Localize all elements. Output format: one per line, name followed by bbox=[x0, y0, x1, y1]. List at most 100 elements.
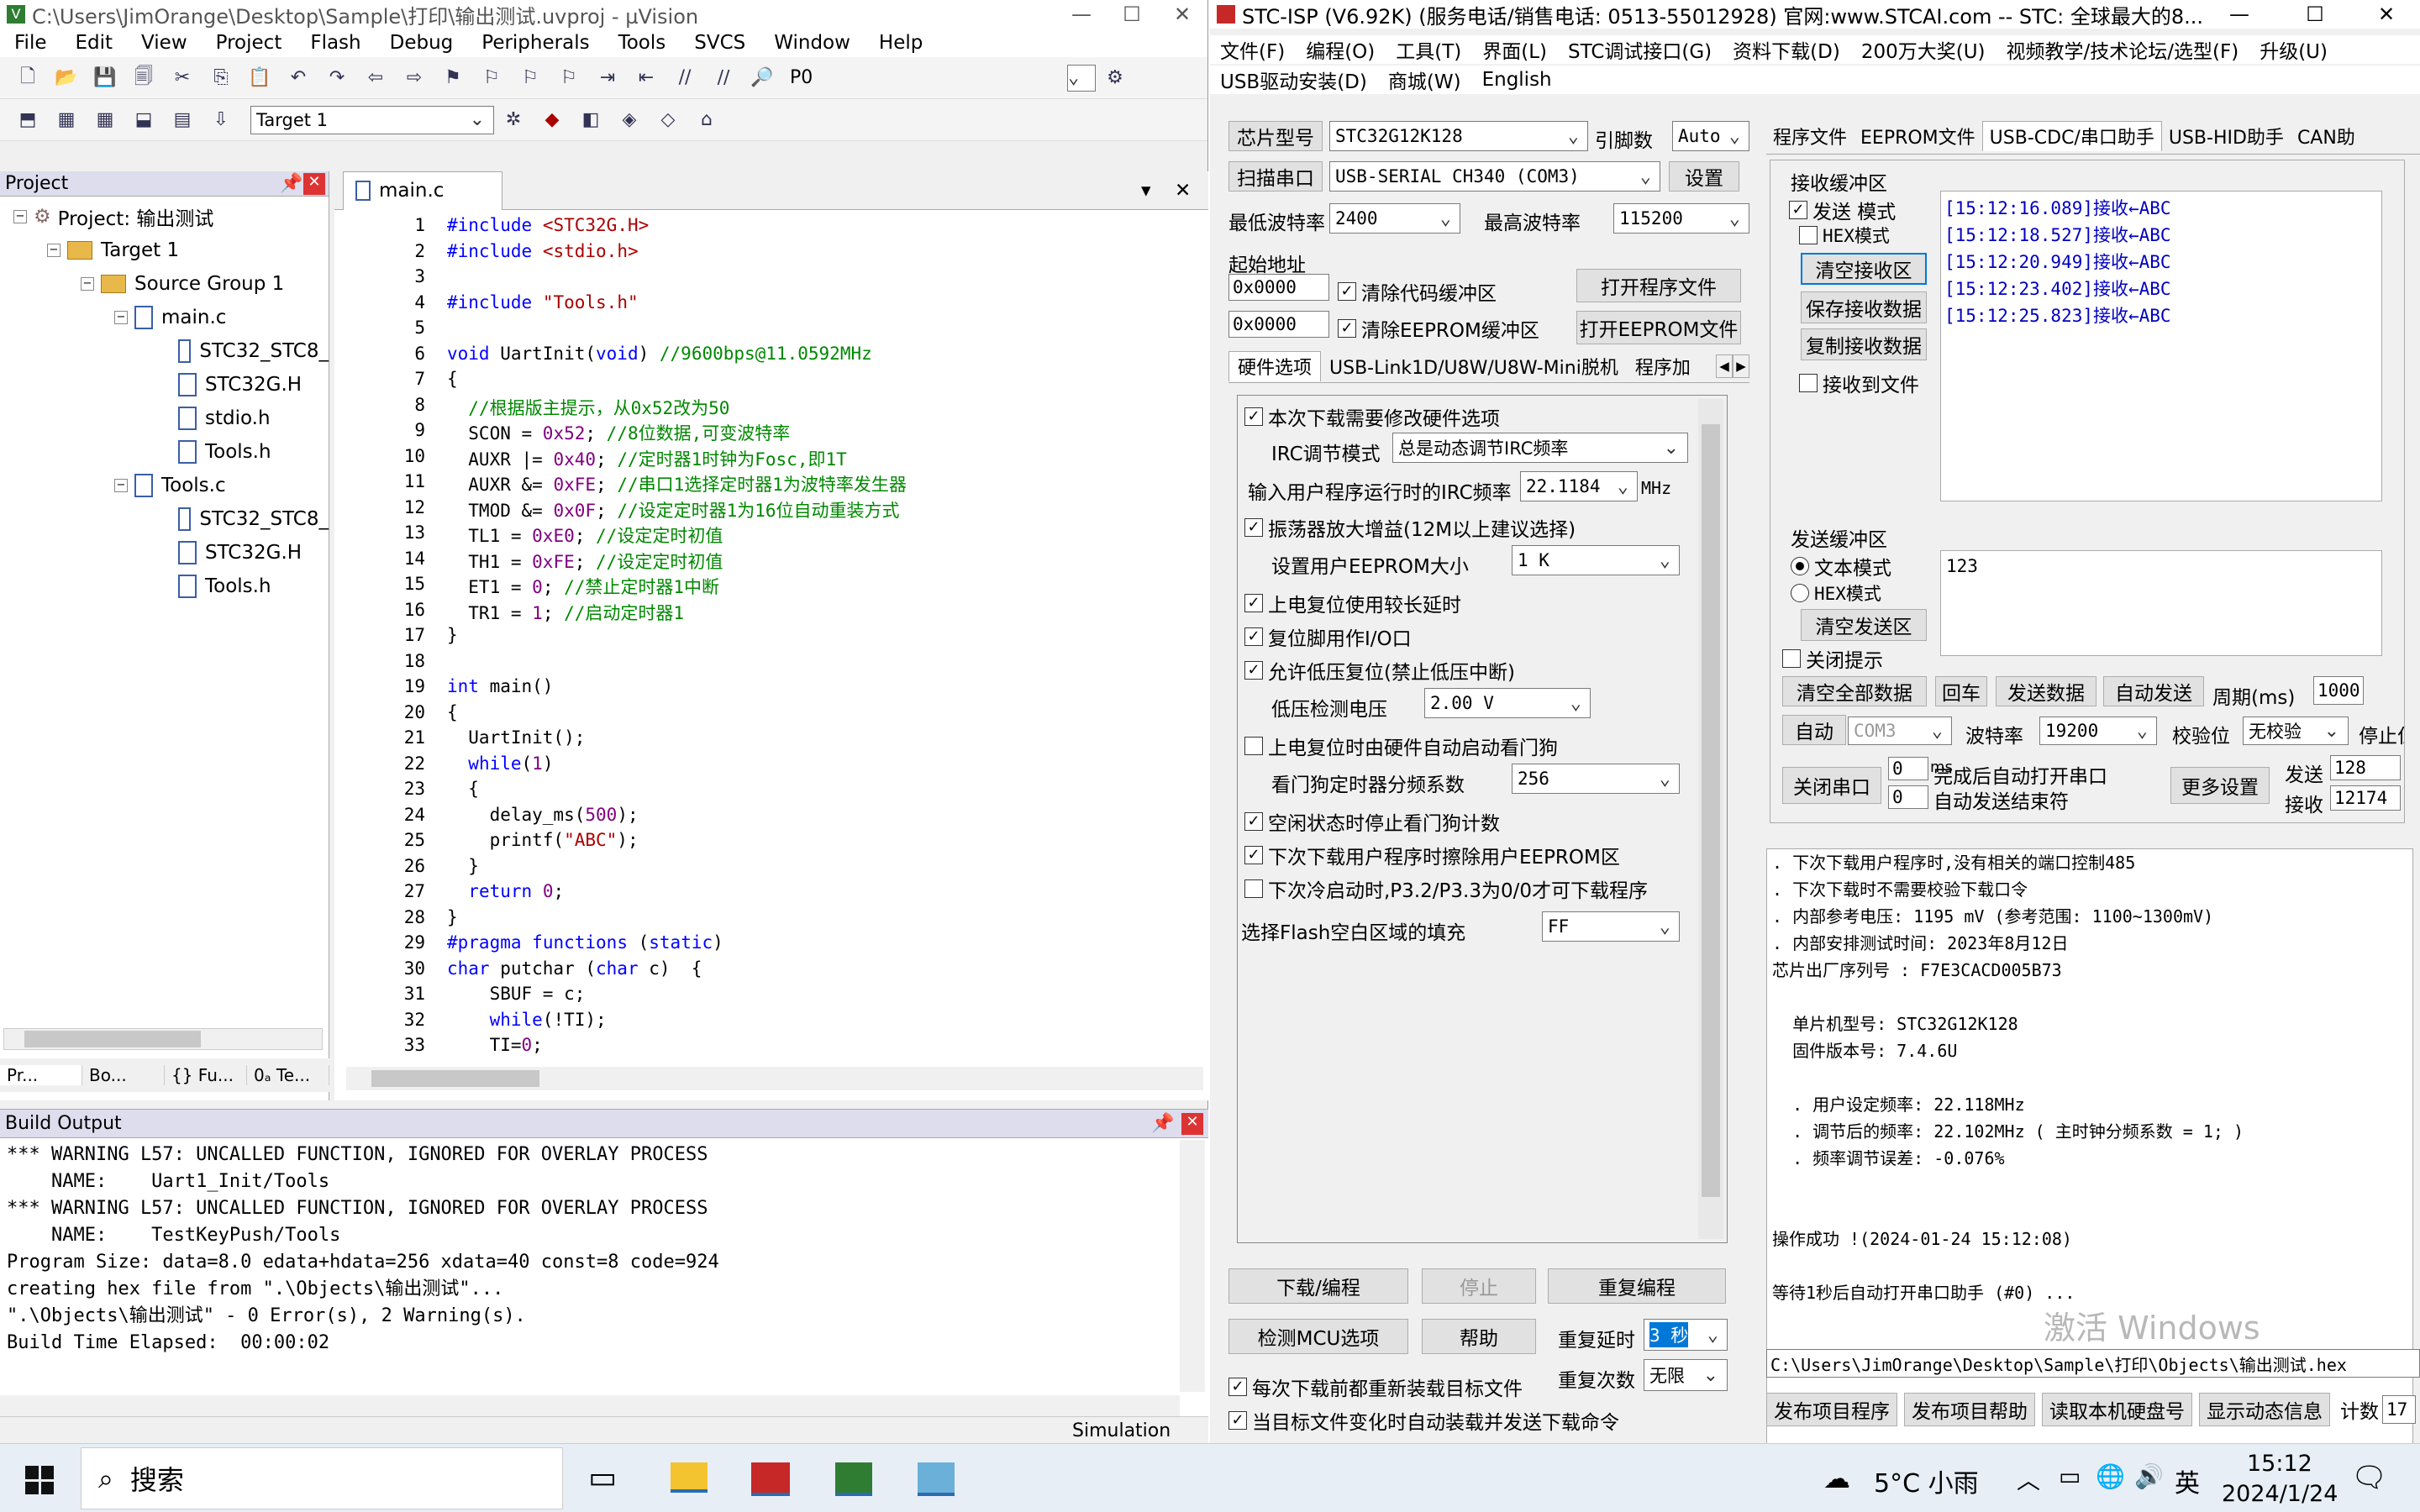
collapse-icon[interactable]: − bbox=[114, 311, 128, 324]
copy-icon[interactable]: ⎘ bbox=[207, 64, 235, 92]
scan-port-button[interactable]: 扫描串口 bbox=[1228, 161, 1323, 192]
rebuild-icon[interactable]: ▦ bbox=[91, 106, 119, 134]
reload-checkbox[interactable]: ✓ 每次下载前都重新装载目标文件 bbox=[1228, 1373, 1523, 1401]
stc-bottom-button[interactable]: 显示动态信息 bbox=[2199, 1393, 2330, 1426]
tree-header-file[interactable]: Tools.h bbox=[0, 570, 329, 603]
close-tip-checkbox[interactable]: 关闭提示 bbox=[1782, 644, 1883, 673]
opt-low-voltage[interactable]: ✓ 允许低压复位(禁止低压中断) bbox=[1244, 656, 1515, 685]
rte-icon[interactable]: ◈ bbox=[615, 106, 644, 134]
clear-all-button[interactable]: 清空全部数据 bbox=[1782, 676, 1927, 706]
code-line[interactable]: { bbox=[447, 369, 458, 389]
tree-header-file[interactable]: STC32G.H bbox=[0, 536, 329, 570]
stc-menu-item[interactable]: 界面(L) bbox=[1472, 35, 1558, 64]
send-text-radio[interactable]: 文本模式 bbox=[1791, 552, 1891, 580]
nav-back-icon[interactable]: ⇦ bbox=[361, 64, 390, 92]
indent-icon[interactable]: ⇥ bbox=[593, 64, 622, 92]
code-line[interactable]: SCON = 0x52; //8位数据,可变波特率 bbox=[447, 420, 790, 445]
code-line[interactable]: } bbox=[447, 625, 458, 645]
open-file-icon[interactable]: 📂 bbox=[52, 64, 81, 92]
opt-p32-p33[interactable]: 下次冷启动时,P3.2/P3.3为0/0才可下载程序 bbox=[1244, 874, 1648, 903]
code-line[interactable]: AUXR |= 0x40; //定时器1时钟为Fosc,即1T bbox=[447, 446, 846, 471]
stop-build-icon[interactable]: ▤ bbox=[168, 106, 197, 134]
code-area[interactable]: 1 #include <STC32G.H> 2 #include <stdio.h> 3… bbox=[334, 215, 1208, 1055]
tab-list-icon[interactable]: ▾ bbox=[1141, 180, 1175, 202]
hw-tab[interactable]: 硬件选项 bbox=[1228, 350, 1322, 381]
select-packs-icon[interactable]: ⌂ bbox=[692, 106, 721, 134]
editor-close-icon[interactable]: ✕ bbox=[1175, 180, 1208, 202]
code-line[interactable]: AUXR &= 0xFE; //串口1选择定时器1为波特率发生器 bbox=[447, 471, 907, 496]
pin-count-select[interactable]: Auto bbox=[1672, 121, 1749, 151]
keil-taskbar-icon[interactable] bbox=[835, 1462, 872, 1496]
send-textarea[interactable]: 123 bbox=[1940, 550, 2382, 656]
code-line[interactable]: UartInit(); bbox=[447, 727, 585, 748]
open-after-checkbox[interactable]: 完成后自动打开串口 bbox=[1933, 760, 2107, 789]
tree-project[interactable]: − ⚙ Project: 输出测试 bbox=[0, 200, 329, 234]
collapse-icon[interactable]: − bbox=[81, 277, 94, 291]
count-input[interactable]: 17 bbox=[2382, 1395, 2416, 1424]
help-button[interactable]: 帮助 bbox=[1422, 1319, 1536, 1354]
opt-long-delay[interactable]: ✓ 上电复位使用较长延时 bbox=[1244, 589, 1461, 617]
manage-components-icon[interactable]: ◆ bbox=[538, 106, 566, 134]
open-eeprom-button[interactable]: 打开EEPROM文件 bbox=[1576, 311, 1741, 344]
task-view-icon[interactable]: ▭ bbox=[588, 1461, 617, 1495]
stc-menu-item[interactable]: English bbox=[1472, 69, 1563, 91]
file-extensions-icon[interactable]: ◧ bbox=[576, 106, 605, 134]
right-tab[interactable]: EEPROM文件 bbox=[1854, 121, 1982, 151]
tray-chevron-icon[interactable]: ︿ bbox=[2017, 1462, 2040, 1496]
unindent-icon[interactable]: ⇤ bbox=[632, 64, 660, 92]
panel-close-icon[interactable]: ✕ bbox=[1181, 1112, 1203, 1135]
menu-view[interactable]: View bbox=[127, 32, 202, 54]
stc-menu-item[interactable]: STC调试接口(G) bbox=[1558, 35, 1723, 64]
opt-osc-gain[interactable]: ✓ 振荡器放大增益(12M以上建议选择) bbox=[1244, 513, 1576, 542]
collapse-icon[interactable]: − bbox=[114, 479, 128, 492]
recv-hex-checkbox[interactable]: HEX模式 bbox=[1799, 223, 1890, 248]
reprogram-button[interactable]: 重复编程 bbox=[1548, 1268, 1726, 1304]
irc-freq-select[interactable]: 22.1184 bbox=[1520, 471, 1638, 501]
opt-modify-hw[interactable]: ✓ 本次下载需要修改硬件选项 bbox=[1244, 402, 1500, 431]
code-line[interactable]: } bbox=[447, 856, 479, 876]
target-options-icon[interactable]: ✲ bbox=[499, 106, 528, 134]
retry-count-select[interactable]: 无限 bbox=[1644, 1359, 1728, 1391]
code-line[interactable]: char putchar (char c) { bbox=[447, 958, 702, 979]
cut-icon[interactable]: ✂ bbox=[168, 64, 197, 92]
max-baud-select[interactable]: 115200 bbox=[1613, 203, 1749, 234]
min-baud-select[interactable]: 2400 bbox=[1329, 203, 1460, 234]
code-line[interactable]: while(!TI); bbox=[447, 1010, 607, 1030]
hex-path-field[interactable]: C:\Users\JimOrange\Desktop\Sample\打印\Obj… bbox=[1766, 1349, 2420, 1378]
uncomment-icon[interactable]: ∕∕ bbox=[709, 64, 738, 92]
find-in-files-icon[interactable]: 🔎 bbox=[748, 64, 776, 92]
hw-tab[interactable]: USB-Link1D/U8W/U8W-Mini脱机 bbox=[1321, 351, 1627, 381]
parity-select[interactable]: 无校验 bbox=[2243, 717, 2349, 745]
collapse-icon[interactable]: − bbox=[13, 210, 27, 223]
tree-file-main[interactable]: − main.c bbox=[0, 301, 329, 334]
code-line[interactable]: delay_ms(500); bbox=[447, 805, 639, 825]
opt-reset-io[interactable]: ✓ 复位脚用作I/O口 bbox=[1244, 622, 1412, 651]
code-line[interactable]: { bbox=[447, 702, 458, 722]
port-select[interactable]: USB-SERIAL CH340 (COM3) bbox=[1329, 161, 1660, 192]
redo-icon[interactable]: ↷ bbox=[323, 64, 351, 92]
code-line[interactable]: //根据版主提示，从0x52改为50 bbox=[447, 395, 729, 420]
tree-header-file[interactable]: Tools.h bbox=[0, 435, 329, 469]
clear-code-checkbox[interactable]: ✓ 清除代码缓冲区 bbox=[1338, 277, 1497, 306]
maximize-button[interactable]: ☐ bbox=[2277, 3, 2353, 26]
close-button[interactable]: ✕ bbox=[1157, 3, 1207, 26]
hw-tab[interactable]: 程序加 bbox=[1627, 351, 1699, 381]
check-mcu-button[interactable]: 检测MCU选项 bbox=[1228, 1319, 1408, 1354]
tree-header-file[interactable]: stdio.h bbox=[0, 402, 329, 435]
right-tab[interactable]: USB-HID助手 bbox=[2162, 121, 2291, 151]
end-char-checkbox[interactable]: 自动发送结束符 bbox=[1933, 785, 2069, 814]
toolbar-dropdown[interactable] bbox=[1067, 64, 1096, 92]
code-line[interactable]: #pragma functions (static) bbox=[447, 932, 723, 953]
panel-close-icon[interactable]: ✕ bbox=[303, 172, 325, 195]
right-tab[interactable]: CAN助 bbox=[2291, 121, 2362, 151]
undo-icon[interactable]: ↶ bbox=[284, 64, 313, 92]
auto-load-checkbox[interactable]: ✓ 当目标文件变化时自动装载并发送下载命令 bbox=[1228, 1406, 1619, 1435]
code-line[interactable]: #include "Tools.h" bbox=[447, 292, 639, 312]
stc-menu-item[interactable]: 视频教学/技术论坛/选型(F) bbox=[1996, 35, 2250, 64]
bookmark-clear-icon[interactable]: ⚐ bbox=[555, 64, 583, 92]
delay-input-2[interactable]: 0 bbox=[1888, 785, 1928, 809]
editor-tab-main[interactable]: main.c bbox=[343, 171, 502, 210]
notification-icon[interactable]: 🗨 bbox=[2351, 1461, 2387, 1494]
menu-file[interactable]: File bbox=[0, 32, 61, 54]
auto-send-button[interactable]: 自动发送 bbox=[2103, 676, 2204, 706]
